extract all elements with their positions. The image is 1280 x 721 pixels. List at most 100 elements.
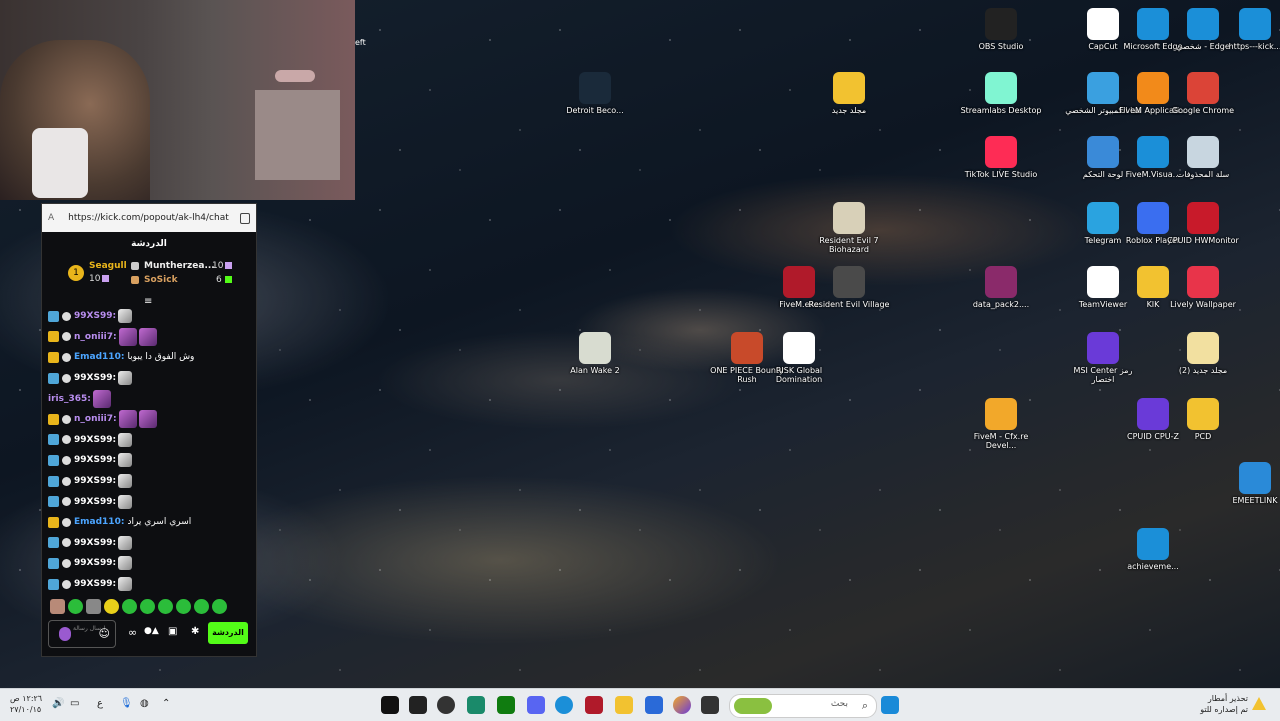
- edge-taskbar-icon[interactable]: [555, 696, 573, 714]
- chat-emote: [138, 410, 157, 429]
- emote-icon[interactable]: [50, 599, 65, 614]
- network-icon[interactable]: ◍: [140, 698, 149, 709]
- chat-message: 99XS99:: [48, 430, 252, 451]
- desktop-icon[interactable]: PCD: [1162, 398, 1244, 441]
- discord-icon[interactable]: [527, 696, 545, 714]
- reader-mode-icon[interactable]: A: [48, 213, 54, 223]
- leader-second-name[interactable]: Muntherzea...: [144, 261, 215, 271]
- shapes-icon[interactable]: ●▲: [144, 626, 159, 636]
- chat-username[interactable]: Emad110:: [74, 352, 124, 362]
- chevron-up-icon[interactable]: ⌃: [162, 698, 170, 709]
- emote-icon[interactable]: [68, 599, 83, 614]
- xbox-icon[interactable]: [497, 696, 515, 714]
- store-icon[interactable]: ▣: [168, 626, 177, 637]
- partial-icon-label: eft: [355, 38, 366, 47]
- desktop-icon[interactable]: سلة المحذوفات: [1162, 136, 1244, 179]
- chat-username[interactable]: 99XS99:: [74, 311, 116, 321]
- desktop-icon-label: OBS Studio: [978, 42, 1024, 51]
- copilot-icon[interactable]: [673, 696, 691, 714]
- app-icon: [1187, 266, 1219, 298]
- chat-username[interactable]: 99XS99:: [74, 476, 116, 486]
- desktop-icon[interactable]: CPUID HWMonitor: [1162, 202, 1244, 245]
- desktop-icon[interactable]: TikTok LIVE Studio: [960, 136, 1042, 179]
- chat-username[interactable]: n_oniii7:: [74, 332, 117, 342]
- fivem-taskbar-icon[interactable]: [585, 696, 603, 714]
- weather-widget[interactable]: تحذير أمطار تم إصداره للتو: [1200, 693, 1248, 715]
- address-bar[interactable]: A https://kick.com/popout/ak-lh4/chat: [42, 204, 256, 232]
- chat-username[interactable]: Emad110:: [74, 517, 124, 527]
- silver-badge-icon: [131, 262, 139, 270]
- terminal-icon[interactable]: [701, 696, 719, 714]
- chat-username[interactable]: 99XS99:: [74, 579, 116, 589]
- epic-games-icon[interactable]: [381, 696, 399, 714]
- chat-message: 99XS99:: [48, 306, 252, 327]
- chat-title: الدردشة: [131, 239, 167, 249]
- desktop-icon[interactable]: Lively Wallpaper: [1162, 266, 1244, 309]
- display-icon[interactable]: ▭: [70, 698, 79, 709]
- emote-icon[interactable]: [104, 599, 119, 614]
- desktop-icon[interactable]: OBS Studio: [960, 8, 1042, 51]
- start-windows-icon[interactable]: [881, 696, 899, 714]
- emote-icon[interactable]: [194, 599, 209, 614]
- taskbar-search[interactable]: بحث ⌕: [729, 694, 877, 718]
- chat-emote: [118, 371, 133, 386]
- chat-emote: [92, 389, 111, 408]
- chat-input[interactable]: إرسال رسالة ☺: [48, 620, 116, 648]
- emoji-picker-icon[interactable]: ☺: [99, 627, 110, 640]
- desktop-icon[interactable]: Resident Evil Village: [808, 266, 890, 309]
- chat-username[interactable]: 99XS99:: [74, 373, 116, 383]
- desktop-icon[interactable]: EMEETLINK: [1214, 462, 1280, 505]
- desktop-icon[interactable]: Alan Wake 2: [554, 332, 636, 375]
- desktop-icon[interactable]: MSI Center رمز اختصار: [1062, 332, 1144, 384]
- chat-username[interactable]: n_oniii7:: [74, 414, 117, 424]
- microphone-icon[interactable]: 🎙: [120, 698, 133, 709]
- search-icon: ⌕: [861, 699, 868, 712]
- leader-third-name[interactable]: SoSick: [144, 275, 178, 285]
- chat-emote: [118, 474, 133, 489]
- settings-gear-icon[interactable]: ✱: [191, 626, 199, 637]
- chat-username[interactable]: 99XS99:: [74, 538, 116, 548]
- send-chat-button[interactable]: الدردشة: [208, 622, 248, 644]
- emote-icon[interactable]: [140, 599, 155, 614]
- alan-wake-icon[interactable]: [409, 696, 427, 714]
- language-indicator[interactable]: ع: [97, 698, 103, 709]
- desktop-icon[interactable]: achieveme...: [1112, 528, 1194, 571]
- chat-username[interactable]: 99XS99:: [74, 455, 116, 465]
- desktop-icon-label: https---kick...: [1228, 42, 1280, 51]
- desktop-icon[interactable]: data_pack2....: [960, 266, 1042, 309]
- desktop-icon[interactable]: RISK Global Domination: [758, 332, 840, 384]
- store-taskbar-icon[interactable]: [645, 696, 663, 714]
- desktop-icon[interactable]: Resident Evil 7 Biohazard: [808, 202, 890, 254]
- streamlabs-taskbar-icon[interactable]: [467, 696, 485, 714]
- chat-username[interactable]: 99XS99:: [74, 497, 116, 507]
- lock-icon: [240, 213, 250, 224]
- chat-username[interactable]: 99XS99:: [74, 435, 116, 445]
- leader-first-name[interactable]: Seagull: [89, 261, 127, 271]
- desktop-icon[interactable]: مجلد جديد (2): [1162, 332, 1244, 375]
- infinity-icon[interactable]: ∞: [128, 626, 137, 639]
- chat-emote: [118, 535, 133, 550]
- emote-icon[interactable]: [158, 599, 173, 614]
- app-icon: [1187, 202, 1219, 234]
- taskbar-clock[interactable]: ١٢:٢٦ ص ٢٧/١٠/١٥: [10, 693, 42, 715]
- desktop-icon[interactable]: https---kick...: [1214, 8, 1280, 51]
- desktop-icon-label: Streamlabs Desktop: [960, 106, 1042, 115]
- desktop-icon-label: EMEETLINK: [1232, 496, 1278, 505]
- chat-username[interactable]: 99XS99:: [74, 558, 116, 568]
- desktop-icon[interactable]: Google Chrome: [1162, 72, 1244, 115]
- desktop-icon[interactable]: Detroit Beco...: [554, 72, 636, 115]
- subscriber-badge: [48, 434, 59, 446]
- volume-icon[interactable]: 🔊: [52, 698, 64, 709]
- emote-icon[interactable]: [122, 599, 137, 614]
- chat-input-bar: إرسال رسالة ☺ ∞ ●▲ ▣ ✱ الدردشة: [48, 619, 250, 649]
- desktop-icon[interactable]: FiveM - Cfx.re Devel...: [960, 398, 1042, 450]
- desktop-icon[interactable]: مجلد جديد: [808, 72, 890, 115]
- obs-taskbar-icon[interactable]: [437, 696, 455, 714]
- emote-icon[interactable]: [176, 599, 191, 614]
- file-explorer-icon[interactable]: [615, 696, 633, 714]
- emote-icon[interactable]: [212, 599, 227, 614]
- desktop-icon[interactable]: Streamlabs Desktop: [960, 72, 1042, 115]
- desktop-icon-label: مجلد جديد: [831, 106, 867, 115]
- emote-icon[interactable]: [86, 599, 101, 614]
- chat-username[interactable]: iris_365:: [48, 394, 91, 404]
